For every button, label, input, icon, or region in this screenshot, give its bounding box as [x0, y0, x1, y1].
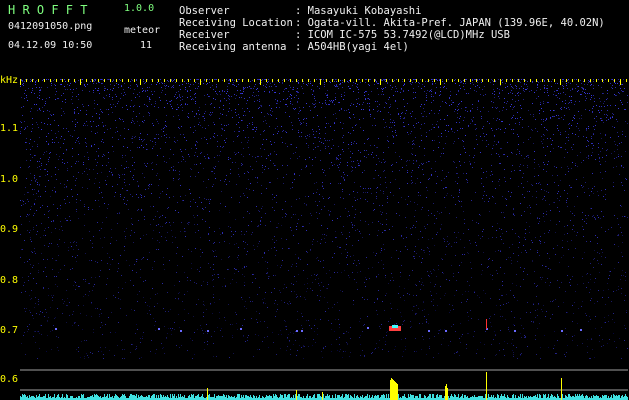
location-key: Receiving Location [179, 17, 293, 29]
y-tick-label: 1.1 [0, 123, 19, 134]
meteor-count: 11 [140, 40, 153, 51]
antenna-value: : A504HB(yagi 4el) [295, 41, 409, 53]
antenna-key: Receiving antenna [179, 41, 287, 53]
receiver-value: : ICOM IC-575 53.7492(@LCD)MHz USB [295, 29, 510, 41]
meteor-label: meteor [124, 25, 161, 36]
app-title: H R O F F T [8, 3, 88, 17]
file-datetime: 04.12.09 10:50 [8, 40, 93, 51]
y-tick-label: 0.8 [0, 275, 19, 286]
y-tick-label: 1.0 [0, 174, 19, 185]
y-tick-label: 0.9 [0, 224, 19, 235]
location-value: : Ogata-vill. Akita-Pref. JAPAN (139.96E… [295, 17, 605, 29]
receiver-key: Receiver [179, 29, 230, 41]
y-tick-label: 0.7 [0, 325, 19, 336]
spectrogram-waterfall [20, 79, 628, 400]
header-panel: H R O F F T 1.0.0 0412091050.png 04.12.0… [0, 0, 629, 74]
app-version: 1.0.0 [124, 3, 155, 14]
observer-key: Observer [179, 5, 230, 17]
y-tick-label: 0.6 [0, 374, 19, 385]
file-name: 0412091050.png [8, 21, 93, 32]
observer-value: : Masayuki Kobayashi [295, 5, 422, 17]
waterfall-background [20, 79, 628, 400]
y-unit-label: kHz [0, 75, 19, 86]
